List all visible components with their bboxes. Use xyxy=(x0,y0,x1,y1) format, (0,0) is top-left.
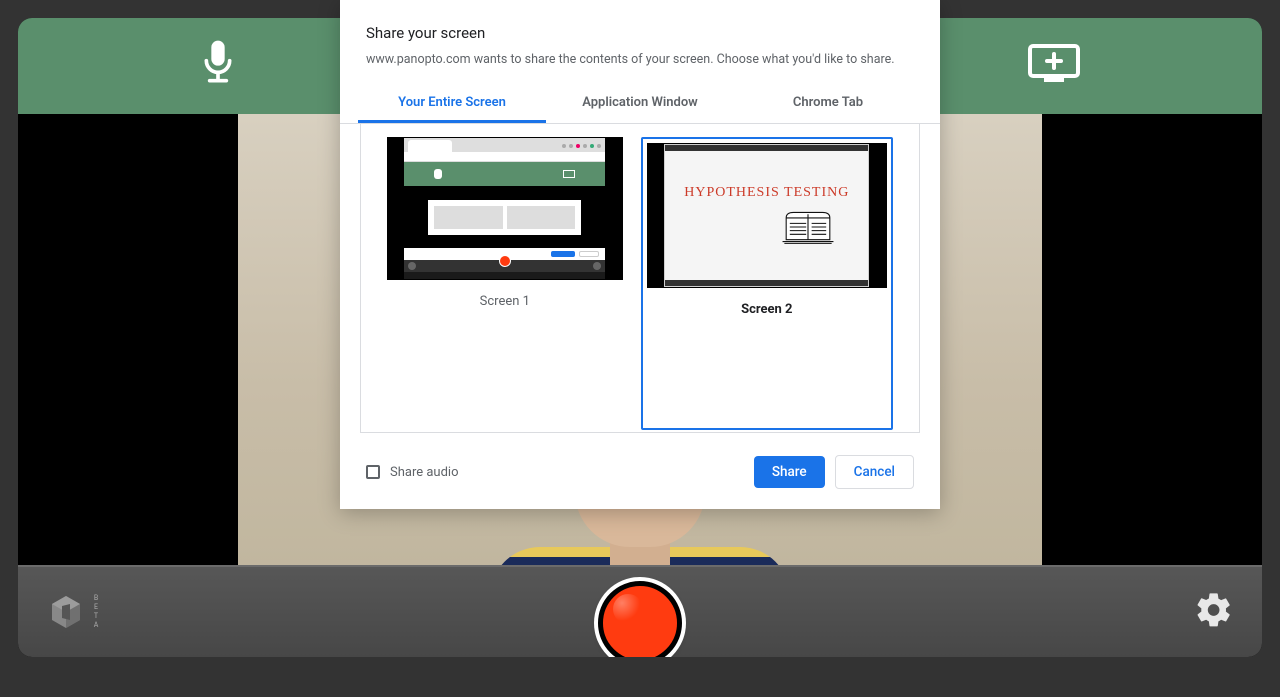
screen-options: Screen 1 HYPOTHESIS TESTING xyxy=(360,123,920,433)
screen-option-2[interactable]: HYPOTHESIS TESTING xyxy=(641,137,893,430)
share-audio-label: Share audio xyxy=(390,465,459,480)
bottom-controls: BETA xyxy=(18,565,1262,657)
microphone-icon[interactable] xyxy=(198,40,238,92)
dialog-tabs: Your Entire Screen Application Window Ch… xyxy=(340,83,940,124)
stamp-icon xyxy=(780,207,836,247)
slide-title-text: HYPOTHESIS TESTING xyxy=(684,185,849,201)
share-audio-checkbox[interactable]: Share audio xyxy=(366,465,459,480)
screen-2-thumbnail: HYPOTHESIS TESTING xyxy=(647,143,887,288)
cancel-button[interactable]: Cancel xyxy=(835,455,914,489)
screen-1-label: Screen 1 xyxy=(387,294,623,309)
dialog-title: Share your screen xyxy=(366,24,914,42)
share-screen-dialog: Share your screen www.panopto.com wants … xyxy=(340,0,940,509)
screen-option-1[interactable]: Screen 1 xyxy=(387,137,623,430)
screen-2-label: Screen 2 xyxy=(647,302,887,337)
tab-chrome-tab[interactable]: Chrome Tab xyxy=(734,83,922,123)
dialog-footer: Share audio Share Cancel xyxy=(340,433,940,489)
beta-badge: BETA xyxy=(92,594,100,630)
screen-1-thumbnail xyxy=(387,137,623,280)
add-screen-icon[interactable] xyxy=(1026,42,1082,90)
tab-entire-screen[interactable]: Your Entire Screen xyxy=(358,83,546,123)
checkbox-icon xyxy=(366,465,380,479)
share-button[interactable]: Share xyxy=(754,456,825,488)
dialog-description: www.panopto.com wants to share the conte… xyxy=(366,52,914,67)
app-root: BETA Share your screen www.panopto.com w… xyxy=(0,0,1280,697)
app-logo: BETA xyxy=(46,592,100,632)
gear-icon[interactable] xyxy=(1194,590,1234,634)
record-button[interactable] xyxy=(598,581,682,657)
tab-application-window[interactable]: Application Window xyxy=(546,83,734,123)
